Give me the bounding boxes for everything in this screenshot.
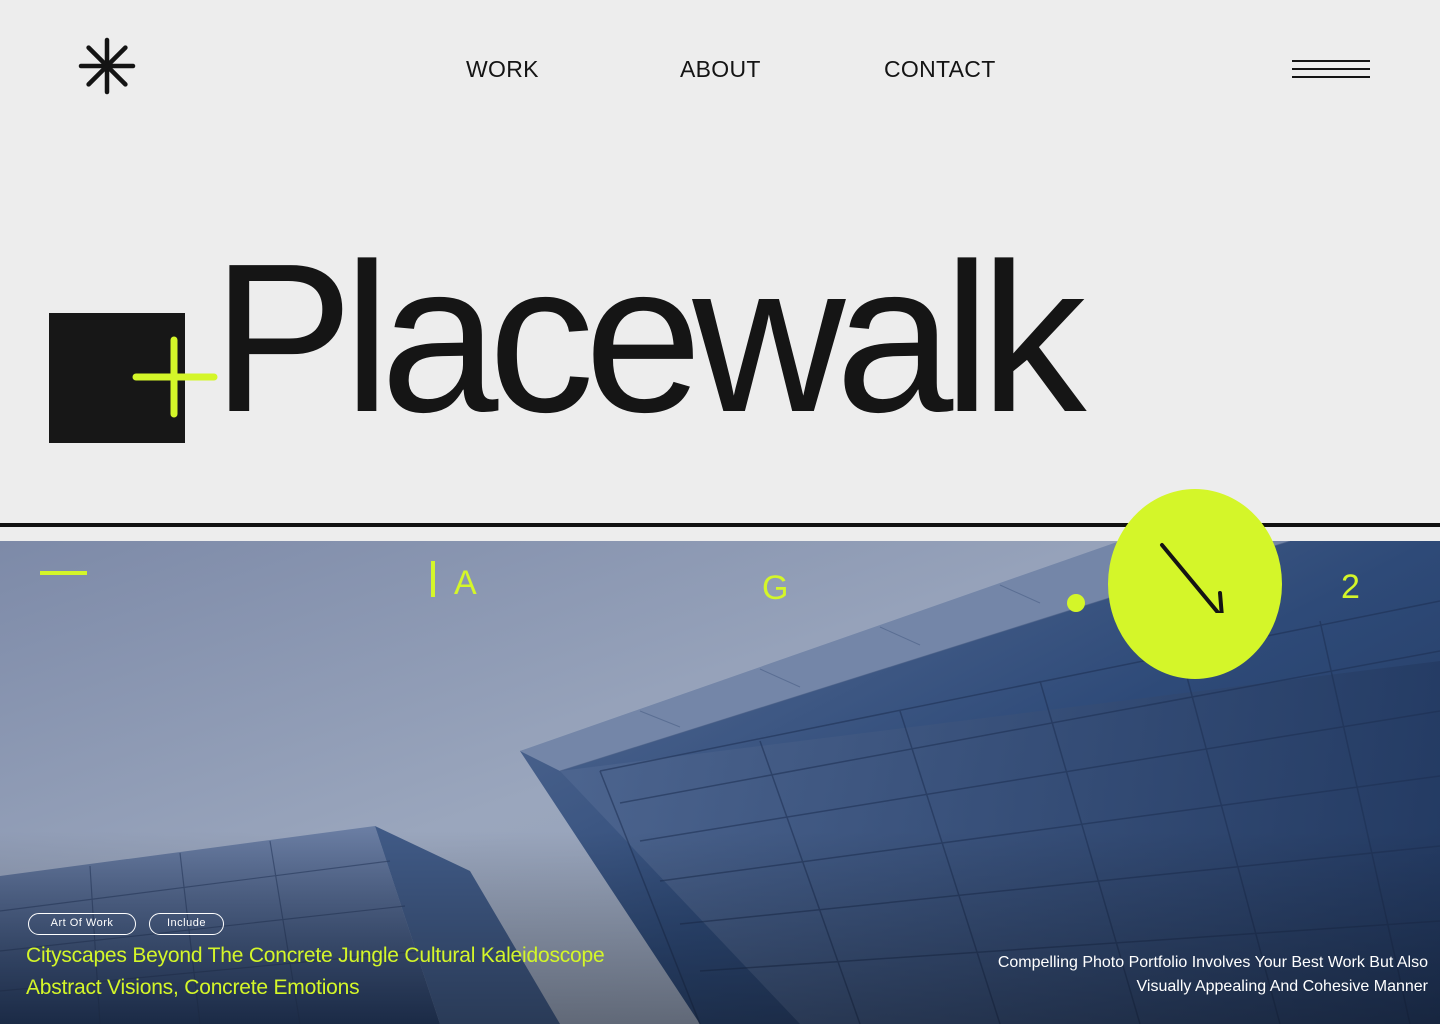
tag-include[interactable]: Include — [149, 913, 224, 935]
description-line-2: Visually Appealing And Cohesive Manner — [1136, 978, 1428, 995]
tag-art-of-work[interactable]: Art Of Work — [28, 913, 136, 935]
hero-title: Placewalk — [212, 219, 1086, 456]
accent-dash — [40, 571, 87, 575]
gallery-marker-a: A — [454, 564, 477, 602]
asterisk-icon[interactable] — [78, 37, 136, 95]
accent-bar — [431, 561, 435, 597]
caption-line-1: Cityscapes Beyond The Concrete Jungle Cu… — [26, 944, 605, 967]
hamburger-menu-icon[interactable] — [1290, 58, 1372, 82]
caption-line-2: Abstract Visions, Concrete Emotions — [26, 976, 360, 999]
nav-link-contact[interactable]: CONTACT — [884, 56, 996, 83]
description-line-1: Compelling Photo Portfolio Involves Your… — [997, 954, 1428, 971]
scroll-down-button[interactable] — [1108, 489, 1282, 679]
page-number: 2 — [1341, 568, 1360, 606]
arrow-down-right-icon — [1160, 543, 1224, 613]
plus-icon — [132, 336, 218, 418]
gallery-marker-g: G — [762, 569, 789, 607]
accent-dot — [1067, 594, 1085, 612]
nav-link-about[interactable]: ABOUT — [680, 56, 761, 83]
nav-link-work[interactable]: WORK — [466, 56, 539, 83]
